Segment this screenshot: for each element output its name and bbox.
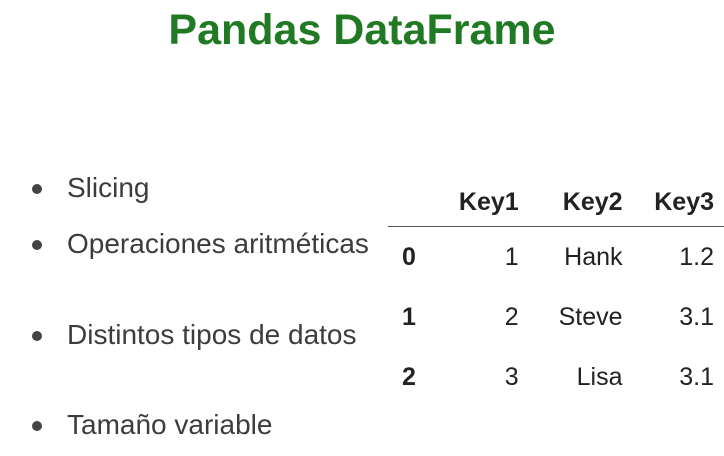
bullet-text: Operaciones aritméticas [67,228,369,259]
cell-key1: 2 [504,302,519,331]
bullet-dot-icon [32,184,42,194]
bullet-dot-icon [32,421,42,431]
bullet-item-tipos: Distintos tipos de datos [30,317,357,353]
bullet-text: Tamaño variable [67,409,273,440]
table-row: 1 2 Steve 3.1 [388,287,724,347]
bullet-dot-icon [32,331,42,341]
cell-key1: 1 [504,242,519,271]
cell-key3: 1.2 [679,242,714,271]
table-header-row: Key1 Key2 Key3 [388,178,724,227]
cell-key3: 3.1 [679,302,714,331]
cell-key2: Steve [558,302,623,331]
slide: Pandas DataFrame Slicing Operaciones ari… [0,0,724,456]
header-key3: Key3 [630,178,724,227]
cell-key2: Lisa [576,362,623,391]
cell-key2: Hank [564,242,623,271]
dataframe-table: Key1 Key2 Key3 0 1 Hank 1.2 1 2 Steve 3.… [388,178,724,407]
header-index [388,178,447,227]
row-index: 2 [402,362,416,391]
bullet-item-tamano: Tamaño variable [30,407,272,443]
bullet-text: Distintos tipos de datos [67,319,357,350]
bullet-item-slicing: Slicing [30,170,149,206]
slide-title: Pandas DataFrame [168,6,556,54]
bullet-text: Slicing [67,172,150,203]
cell-key3: 3.1 [679,362,714,391]
bullet-item-operaciones: Operaciones aritméticas [30,226,369,262]
header-key2: Key2 [526,178,631,227]
row-index: 1 [402,302,416,331]
table-row: 0 1 Hank 1.2 [388,227,724,288]
header-key1: Key1 [446,178,527,227]
row-index: 0 [402,242,416,271]
table-row: 2 3 Lisa 3.1 [388,347,724,407]
bullet-dot-icon [32,240,42,250]
cell-key1: 3 [504,362,519,391]
